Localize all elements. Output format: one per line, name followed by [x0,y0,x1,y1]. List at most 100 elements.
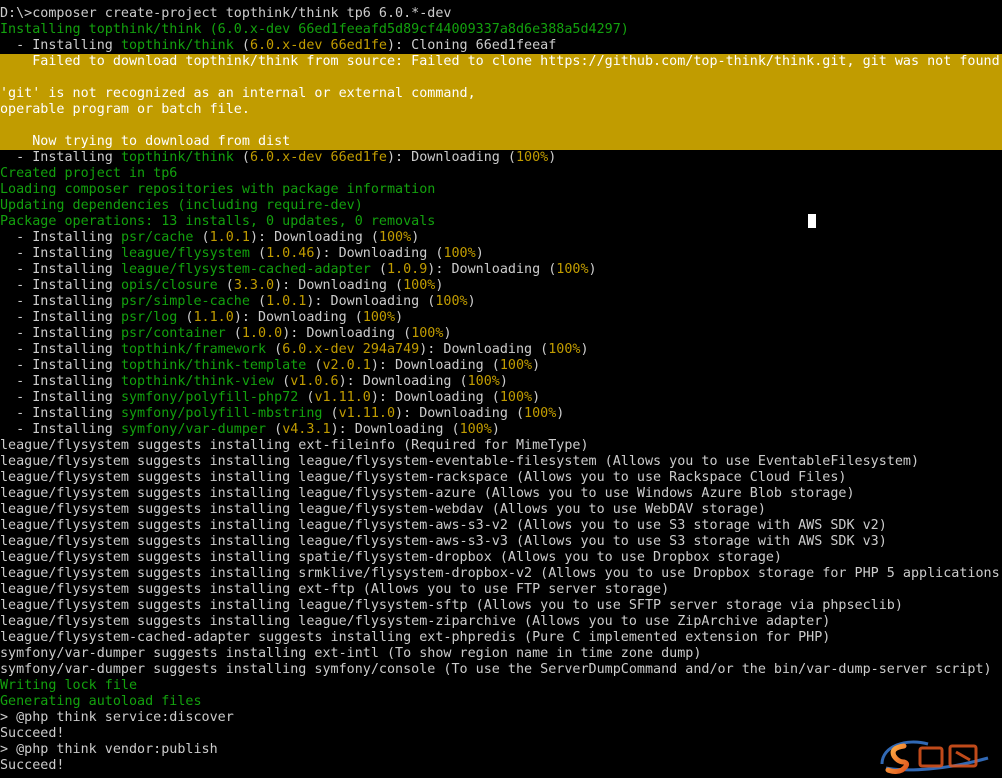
terminal-text-segment: ): Downloading ( [419,342,549,357]
terminal-text-segment: ( [266,422,283,437]
terminal-line: Generating autoload files [0,694,1002,710]
terminal-text-segment: topthink/framework [120,342,267,357]
terminal-text-segment: Failed to download topthink/think from s… [0,54,1002,69]
terminal-text-segment: league/flysystem suggests installing lea… [0,614,831,629]
terminal-line: - Installing symfony/polyfill-php72 (v1.… [0,390,1002,406]
terminal-text-segment: league/flysystem-cached-adapter [120,262,371,277]
terminal-line: D:\>composer create-project topthink/thi… [0,6,1002,22]
terminal-text-segment: topthink/think [120,38,234,53]
terminal-text-segment: ( [274,374,291,389]
terminal-text-segment: ) [475,246,484,261]
terminal-line: league/flysystem suggests installing lea… [0,454,1002,470]
terminal-text-segment: 6.0.x-dev 66ed1fe [249,150,387,165]
terminal-text-segment: ( [249,246,267,261]
terminal-text-segment: - Installing [0,246,121,261]
terminal-text-segment: 100% [362,310,396,325]
terminal-text-segment: Installing topthink/think (6.0.x-dev 66e… [0,22,629,37]
terminal-line: - Installing topthink/think (6.0.x-dev 6… [0,38,1002,54]
terminal-text-segment: symfony/var-dumper suggests installing e… [0,646,702,661]
terminal-text-segment: ) [435,278,444,293]
terminal-text-segment: ) [499,374,508,389]
terminal-text-segment: ( [370,262,387,277]
terminal-line: - Installing symfony/var-dumper (v4.3.1)… [0,422,1002,438]
terminal-text-segment: psr/cache [120,230,194,245]
terminal-text-segment: - Installing [0,342,121,357]
terminal-text-segment: - Installing [0,358,121,373]
terminal-line: league/flysystem suggests installing spa… [0,550,1002,566]
terminal-text-segment: 1.0.46 [266,246,315,261]
terminal-text-segment: 100% [467,374,500,389]
terminal-line: - Installing psr/cache (1.0.1): Download… [0,230,1002,246]
terminal-text-segment: v2.0.1 [322,358,371,373]
terminal-line: league/flysystem suggests installing lea… [0,470,1002,486]
terminal-output[interactable]: D:\>composer create-project topthink/thi… [0,6,1002,778]
terminal-text-segment: ) [411,230,420,245]
terminal-text-segment: operable program or batch file. [0,102,250,117]
terminal-text-segment: > @php think service:discover [0,710,234,725]
terminal-text-segment: v4.3.1 [282,422,331,437]
terminal-line: Package operations: 13 installs, 0 updat… [0,214,1002,230]
terminal-line: league/flysystem suggests installing ext… [0,438,1002,454]
terminal-line: - Installing psr/simple-cache (1.0.1): D… [0,294,1002,310]
terminal-text-segment: - Installing [0,406,121,421]
text-cursor [808,214,816,228]
terminal-text-segment: ( [225,326,242,341]
terminal-text-segment: symfony/var-dumper [120,422,267,437]
terminal-text-segment: ): Downloading ( [282,326,412,341]
terminal-text-segment: ) [491,422,500,437]
terminal-text-segment: 100% [403,278,436,293]
terminal-text-segment: symfony/polyfill-php72 [120,390,299,405]
terminal-text-segment: Loading composer repositories with packa… [0,182,436,197]
terminal-text-segment: 100% [435,294,468,309]
terminal-text-segment: - Installing [0,278,121,293]
terminal-text-segment: 100% [443,246,476,261]
terminal-line: - Installing league/flysystem-cached-ada… [0,262,1002,278]
terminal-line: Created project in tp6 [0,166,1002,182]
terminal-text-segment: 100% [548,342,581,357]
terminal-text-segment: ): Downloading ( [249,230,379,245]
terminal-line: league/flysystem suggests installing lea… [0,614,1002,630]
terminal-text-segment: ): Downloading ( [314,246,444,261]
terminal-text-segment: ) [532,358,541,373]
terminal-line: Updating dependencies (including require… [0,198,1002,214]
terminal-text-segment: 1.0.9 [386,262,428,277]
terminal-text-segment: 1.1.0 [193,310,234,325]
terminal-text-segment: league/flysystem suggests installing lea… [0,470,847,485]
terminal-line: - Installing psr/container (1.0.0): Down… [0,326,1002,342]
terminal-text-segment: ): Downloading ( [274,278,404,293]
terminal-text-segment: Succeed! [0,726,65,741]
terminal-line: league/flysystem suggests installing lea… [0,486,1002,502]
terminal-text-segment: 1.0.1 [209,230,250,245]
terminal-warning-line [0,118,1002,134]
terminal-text-segment: 100% [499,390,533,405]
terminal-line: Succeed! [0,758,1002,774]
terminal-line: Loading composer repositories with packa… [0,182,1002,198]
terminal-text-segment: ): Cloning 66ed1feeaf [387,38,557,53]
terminal-text-segment: v1.0.6 [290,374,339,389]
terminal-text-segment: 100% [459,422,492,437]
terminal-text-segment: Writing lock file [0,678,138,693]
terminal-text-segment: ( [298,390,315,405]
terminal-text-segment: topthink/think-view [120,374,275,389]
terminal-line: league/flysystem suggests installing lea… [0,502,1002,518]
terminal-text-segment: D:\>composer create-project topthink/thi… [0,6,452,21]
terminal-text-segment: ( [217,278,234,293]
terminal-text-segment: ): Downloading ( [370,358,500,373]
terminal-line: - Installing psr/log (1.1.0): Downloadin… [0,310,1002,326]
terminal-warning-line: Failed to download topthink/think from s… [0,54,1002,70]
terminal-text-segment: ( [233,150,250,165]
terminal-text-segment: ) [532,390,541,405]
terminal-text-segment: league/flysystem suggests installing lea… [0,518,887,533]
terminal-text-segment: league/flysystem suggests installing lea… [0,502,766,517]
terminal-line: Installing topthink/think (6.0.x-dev 66e… [0,22,1002,38]
terminal-line: league/flysystem suggests installing srm… [0,566,1002,582]
terminal-line: league/flysystem suggests installing lea… [0,598,1002,614]
terminal-line: - Installing topthink/think-template (v2… [0,358,1002,374]
terminal-text-segment: league/flysystem suggests installing lea… [0,598,903,613]
terminal-text-segment: league/flysystem suggests installing srm… [0,566,1002,581]
terminal-text-segment: ( [322,406,339,421]
terminal-text-segment: topthink/think-template [120,358,307,373]
terminal-text-segment: psr/container [120,326,226,341]
terminal-line: league/flysystem suggests installing lea… [0,518,1002,534]
terminal-text-segment: league/flysystem suggests installing ext… [0,582,670,597]
